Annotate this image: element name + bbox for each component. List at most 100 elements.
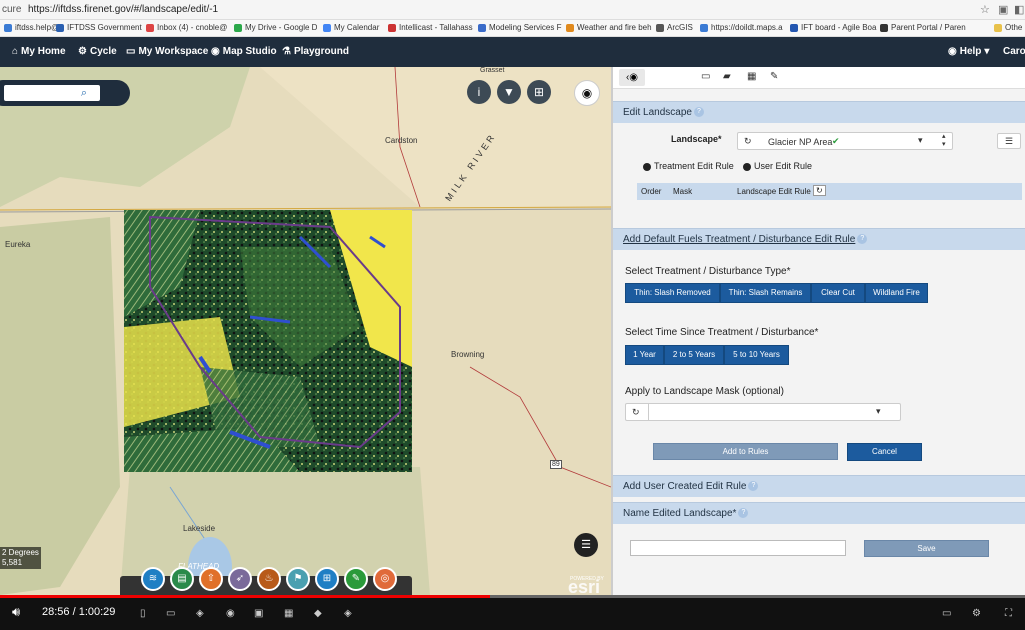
bookmark-item[interactable]: Modeling Services F <box>478 23 561 32</box>
add-user-rule-header[interactable]: Add User Created Edit Rule? <box>613 475 1025 497</box>
help-icon[interactable]: ? <box>857 234 868 245</box>
folder-icon[interactable]: ▰ <box>723 71 731 82</box>
video-time: 28:56 / 1:00:29 <box>42 606 116 618</box>
edit-landscape-header[interactable]: Edit Landscape? <box>613 101 1025 123</box>
volume-icon[interactable]: 🔊︎ <box>12 604 20 620</box>
bookmark-item[interactable]: Othe <box>994 23 1022 32</box>
col-mask: Mask <box>673 187 693 196</box>
nav-playground[interactable]: ⚗ Playground <box>282 46 349 57</box>
map-view[interactable]: Cardston Eureka Browning Lakeside MILK R… <box>0 67 611 595</box>
name-landscape-header[interactable]: Name Edited Landscape*? <box>613 502 1025 524</box>
bookmark-item[interactable]: Intellicast - Tallahass <box>388 23 473 32</box>
layers-icon[interactable]: ≋ <box>141 567 165 591</box>
bookmark-label: Othe <box>1005 23 1023 32</box>
search-icon[interactable]: ⌕ <box>73 85 95 101</box>
app-icon[interactable]: ◈ <box>344 608 352 619</box>
nav-my-home[interactable]: ⌂ My Home <box>12 46 66 57</box>
upload-icon[interactable]: ⇧ <box>199 567 223 591</box>
help-icon: ◉ <box>948 46 957 57</box>
wildland-fire-button[interactable]: Wildland Fire <box>865 283 928 303</box>
thin-slash-removed-button[interactable]: Thin: Slash Removed <box>625 283 720 303</box>
outlook-icon[interactable]: ▣ <box>254 608 263 619</box>
add-default-rule-header[interactable]: Add Default Fuels Treatment / Disturbanc… <box>613 228 1025 250</box>
radio-treatment[interactable]: Treatment Edit Rule <box>643 161 734 171</box>
nav-user[interactable]: Carol <box>1003 46 1025 57</box>
bookmark-label: Parent Portal / Paren <box>891 23 966 32</box>
nav-my-workspace[interactable]: ▭ My Workspace <box>126 46 208 57</box>
rocket-icon[interactable]: ➶ <box>228 567 252 591</box>
spinner-icon[interactable]: ▴ ▾ <box>942 133 946 149</box>
two-to-five-years-button[interactable]: 2 to 5 Years <box>664 345 724 365</box>
five-to-ten-years-button[interactable]: 5 to 10 Years <box>724 345 789 365</box>
bookmark-item[interactable]: iftdss.help@ <box>4 23 59 32</box>
extension-icon[interactable]: ◧ <box>1014 3 1024 16</box>
bookmark-label: IFTDSS Government <box>67 23 142 32</box>
col-rule: Landscape Edit Rule <box>737 187 811 196</box>
bookmark-item[interactable]: Weather and fire beh <box>566 23 652 32</box>
bookmark-item[interactable]: https://doildt.maps.a <box>700 23 783 32</box>
bookmark-item[interactable]: IFT board - Agile Boa <box>790 23 876 32</box>
basemap-icon[interactable]: ▤ <box>170 567 194 591</box>
back-globe-button[interactable]: ‹◉ <box>619 69 645 86</box>
app-icon[interactable]: ◆ <box>314 608 322 619</box>
url-text[interactable]: https://iftdss.firenet.gov/#/landscape/e… <box>28 4 218 15</box>
bookmark-item[interactable]: ArcGIS <box>656 23 693 32</box>
refresh-icon[interactable]: ↻ <box>632 407 640 418</box>
eye-icon[interactable]: ◉ <box>574 80 600 106</box>
bookmark-item[interactable]: My Calendar <box>323 23 379 32</box>
bookmark-item[interactable]: Parent Portal / Paren <box>880 23 966 32</box>
grid-icon[interactable]: ⊞ <box>315 567 339 591</box>
globe-icon[interactable]: ◎ <box>373 567 397 591</box>
taskview-icon[interactable]: ▭ <box>166 608 175 619</box>
caret-down-icon: ▾ <box>876 406 881 416</box>
clear-cut-button[interactable]: Clear Cut <box>811 283 865 303</box>
help-icon[interactable]: ? <box>738 508 749 519</box>
radio-user[interactable]: User Edit Rule <box>743 161 812 171</box>
refresh-icon[interactable]: ↻ <box>744 136 752 147</box>
bookmark-item[interactable]: Inbox (4) - cnoble@ <box>146 23 227 32</box>
edit-panel: ‹◉ ▭ ▰ ▦ ✎ Edit Landscape? Landscape* ↻ … <box>611 67 1025 595</box>
check-icon: ✔ <box>832 136 840 146</box>
list-icon[interactable]: ☰ <box>574 533 598 557</box>
thin-slash-remains-button[interactable]: Thin: Slash Remains <box>720 283 811 303</box>
pencil-icon[interactable]: ✎ <box>344 567 368 591</box>
radio-icon <box>743 162 751 171</box>
refresh-icon[interactable]: ↻ <box>813 185 826 196</box>
grid-icon[interactable]: ⊞ <box>527 80 551 104</box>
settings-icon[interactable]: ⚙ <box>972 608 981 619</box>
landscape-name-input[interactable] <box>630 540 846 556</box>
list-icon[interactable]: ☰ <box>997 133 1021 149</box>
window-icon[interactable]: ▭ <box>701 71 710 82</box>
bookmark-item[interactable]: My Drive - Google D <box>234 23 317 32</box>
help-icon[interactable]: ? <box>748 481 759 492</box>
one-year-button[interactable]: 1 Year <box>625 345 664 365</box>
panel-toolbar: ‹◉ ▭ ▰ ▦ ✎ <box>613 67 1025 89</box>
add-to-rules-button[interactable]: Add to Rules <box>653 443 838 460</box>
extension-icon[interactable]: ▣ <box>998 3 1008 16</box>
help-icon[interactable]: ? <box>693 107 704 118</box>
mask-select[interactable]: ↻ ▾ <box>625 403 901 421</box>
pencil-icon[interactable]: ✎ <box>770 71 778 82</box>
nav-cycle[interactable]: ⚙ Cycle <box>78 46 117 57</box>
nav-map-studio[interactable]: ◉ Map Studio <box>211 46 277 57</box>
info-icon[interactable]: i <box>467 80 491 104</box>
divider <box>648 404 649 420</box>
bookmark-favicon-icon <box>323 23 331 32</box>
bookmark-item[interactable]: IFTDSS Government <box>56 23 142 32</box>
cancel-button[interactable]: Cancel <box>847 443 922 461</box>
fullscreen-icon[interactable]: ⛶ <box>1005 608 1012 619</box>
excel-icon[interactable]: ▦ <box>284 608 293 619</box>
save-button[interactable]: Save <box>864 540 989 557</box>
table-icon[interactable]: ▦ <box>747 71 756 82</box>
landscape-select[interactable]: ↻ Glacier NP Area ✔ ▾ ▴ ▾ <box>737 132 953 150</box>
filter-icon[interactable]: ▼ <box>497 80 521 104</box>
fire-icon[interactable]: ♨ <box>257 567 281 591</box>
marker-icon[interactable]: ⚑ <box>286 567 310 591</box>
app-icon[interactable]: ◈ <box>196 608 204 619</box>
nav-help[interactable]: ◉ Help ▾ <box>948 46 989 57</box>
rules-table-header: Order Mask Landscape Edit Rule ↻ <box>637 183 1022 200</box>
captions-icon[interactable]: ▭ <box>942 608 951 619</box>
chrome-icon[interactable]: ◉ <box>226 608 235 619</box>
star-icon[interactable]: ☆ <box>980 3 990 16</box>
address-bar[interactable]: cure https://iftdss.firenet.gov/#/landsc… <box>0 0 1025 20</box>
